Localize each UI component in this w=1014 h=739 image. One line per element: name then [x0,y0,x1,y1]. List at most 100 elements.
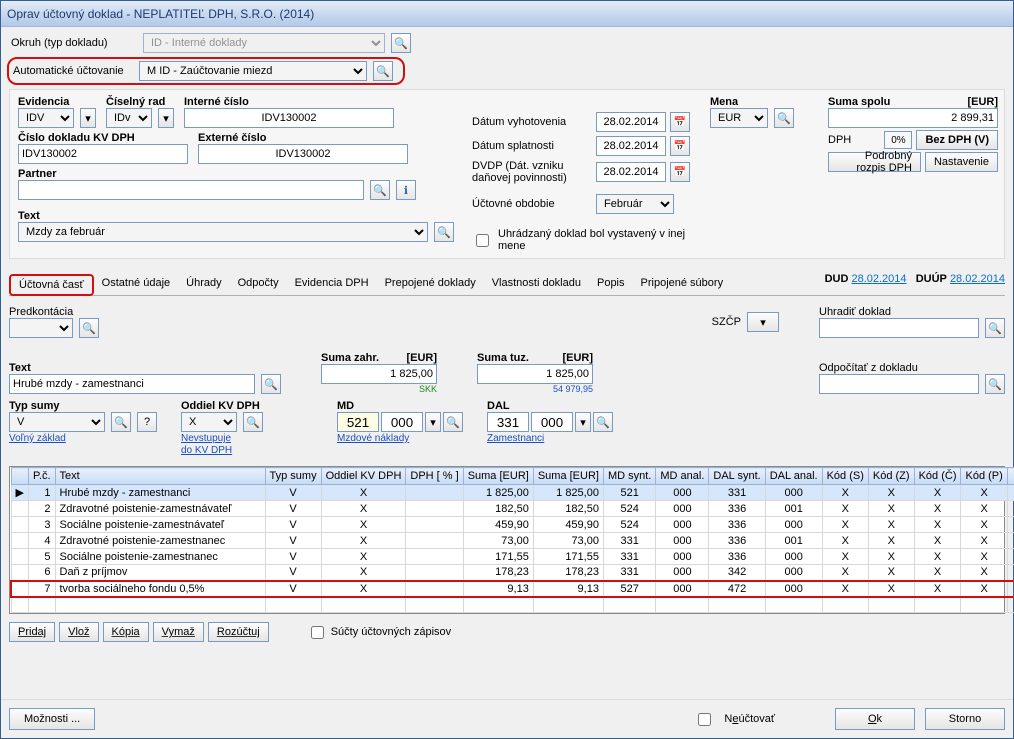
oddiel-lookup-icon[interactable] [243,412,263,432]
md-anal-input[interactable] [381,412,423,432]
table-cell[interactable]: 4 [28,533,55,549]
suma-tuz-input[interactable] [477,364,593,384]
rozpis-button[interactable]: Podrobný rozpis DPH [828,152,921,172]
table-cell[interactable]: X [822,501,868,517]
evidencia-dropdown-icon[interactable]: ▾ [80,108,96,128]
table-header[interactable]: Text [55,468,265,485]
table-cell[interactable] [1007,533,1014,549]
duup-value[interactable]: 28.02.2014 [950,273,1005,285]
table-cell[interactable]: X [822,581,868,597]
table-cell[interactable]: X [961,533,1007,549]
table-cell[interactable]: Sociálne poistenie-zamestnávateľ [55,517,265,533]
table-cell[interactable]: 000 [765,549,822,565]
table-cell[interactable]: X [961,565,1007,581]
mena-lookup-icon[interactable] [774,108,794,128]
md-lookup-icon[interactable] [443,412,463,432]
predkontacia-select[interactable] [9,318,73,338]
table-cell[interactable]: 331 [603,533,655,549]
table-cell[interactable] [1007,565,1014,581]
table-cell[interactable]: 001 [765,501,822,517]
sucty-checkbox[interactable] [311,626,324,639]
table-cell[interactable]: Sociálne poistenie-zamestnanec [55,549,265,565]
typ-sumy-link[interactable]: Voľný základ [9,433,66,444]
table-header[interactable]: Kód (Č) [914,468,961,485]
table-header[interactable] [11,468,28,485]
table-cell[interactable]: 000 [765,581,822,597]
datum-vyhot-input[interactable] [596,112,666,132]
ciselny-select[interactable]: IDv [106,108,152,128]
table-header[interactable]: Suma [EUR] [463,468,533,485]
kvdph-input[interactable] [18,144,188,164]
table-cell[interactable]: X [914,533,961,549]
table-cell[interactable]: X [868,565,914,581]
tab-prepojene-doklady[interactable]: Prepojené doklady [377,274,484,296]
table-cell[interactable] [406,485,463,501]
table-cell[interactable]: 331 [603,565,655,581]
interne-input[interactable] [184,108,394,128]
table-cell[interactable] [1007,517,1014,533]
nastavenie-button[interactable]: Nastavenie [925,152,998,172]
szcp-button[interactable]: ▾ [747,312,779,332]
table-cell[interactable]: X [961,485,1007,501]
table-cell[interactable] [11,533,28,549]
table-cell[interactable]: X [914,501,961,517]
table-cell[interactable]: Zdravotné poistenie-zamestnávateľ [55,501,265,517]
table-cell[interactable]: 000 [656,581,709,597]
table-header[interactable]: Poznámka [1007,468,1014,485]
table-cell[interactable]: X [868,517,914,533]
table-cell[interactable]: X [961,501,1007,517]
table-cell[interactable]: 1 [28,485,55,501]
dud-value[interactable]: 28.02.2014 [851,273,906,285]
mena-select[interactable]: EUR [710,108,768,128]
tab-evidencia-dph[interactable]: Evidencia DPH [287,274,377,296]
table-cell[interactable] [406,581,463,597]
typ-sumy-help-icon[interactable]: ? [137,412,157,432]
datum-splat-calendar-icon[interactable] [670,136,690,156]
table-cell[interactable]: 001 [765,533,822,549]
table-cell[interactable]: 5 [28,549,55,565]
pridaj-button[interactable]: Pridaj [9,622,55,642]
auto-uctovanie-lookup-icon[interactable] [373,61,393,81]
storno-button[interactable]: Storno [925,708,1005,730]
table-cell[interactable]: V [265,581,321,597]
table-cell[interactable]: 000 [656,565,709,581]
moznosti-button[interactable]: Možnosti ... [9,708,95,730]
table-cell[interactable]: ▶ [11,485,28,501]
partner-info-icon[interactable] [396,180,416,200]
tab-uhrady[interactable]: Úhrady [178,274,229,296]
table-cell[interactable]: V [265,533,321,549]
ok-button[interactable]: Ok [835,708,915,730]
uhradit-lookup-icon[interactable] [985,318,1005,338]
table-cell[interactable]: X [321,565,406,581]
auto-uctovanie-select[interactable]: M ID - Zaúčtovanie miezd [139,61,367,81]
table-cell[interactable]: 73,00 [463,533,533,549]
dal-dropdown-icon[interactable]: ▾ [575,412,591,432]
typ-sumy-select[interactable]: V [9,412,105,432]
table-cell[interactable] [11,581,28,597]
table-row[interactable]: ▶1Hrubé mzdy - zamestnanciVX1 825,001 82… [11,485,1014,501]
table-cell[interactable]: 1 825,00 [533,485,603,501]
table-cell[interactable] [406,565,463,581]
header-text-lookup-icon[interactable] [434,222,454,242]
odpocitat-lookup-icon[interactable] [985,374,1005,394]
table-row[interactable]: 4Zdravotné poistenie-zamestnanecVX73,007… [11,533,1014,549]
table-cell[interactable]: 331 [603,549,655,565]
md-synt-input[interactable] [337,412,379,432]
table-cell[interactable]: Daň z príjmov [55,565,265,581]
neuctovat-checkbox[interactable] [698,713,711,726]
table-cell[interactable]: 459,90 [463,517,533,533]
table-cell[interactable]: 472 [709,581,765,597]
table-cell[interactable]: X [321,549,406,565]
tab-popis[interactable]: Popis [589,274,633,296]
table-cell[interactable]: 2 [28,501,55,517]
dph-pct-badge[interactable]: 0% [884,131,912,149]
table-header[interactable]: Kód (Z) [868,468,914,485]
oddiel-link2[interactable]: do KV DPH [181,445,232,456]
table-cell[interactable]: 182,50 [533,501,603,517]
table-cell[interactable]: 000 [656,549,709,565]
table-cell[interactable] [1007,501,1014,517]
table-cell[interactable]: X [868,581,914,597]
table-cell[interactable]: 171,55 [463,549,533,565]
table-cell[interactable]: X [868,549,914,565]
typ-sumy-lookup-icon[interactable] [111,412,131,432]
